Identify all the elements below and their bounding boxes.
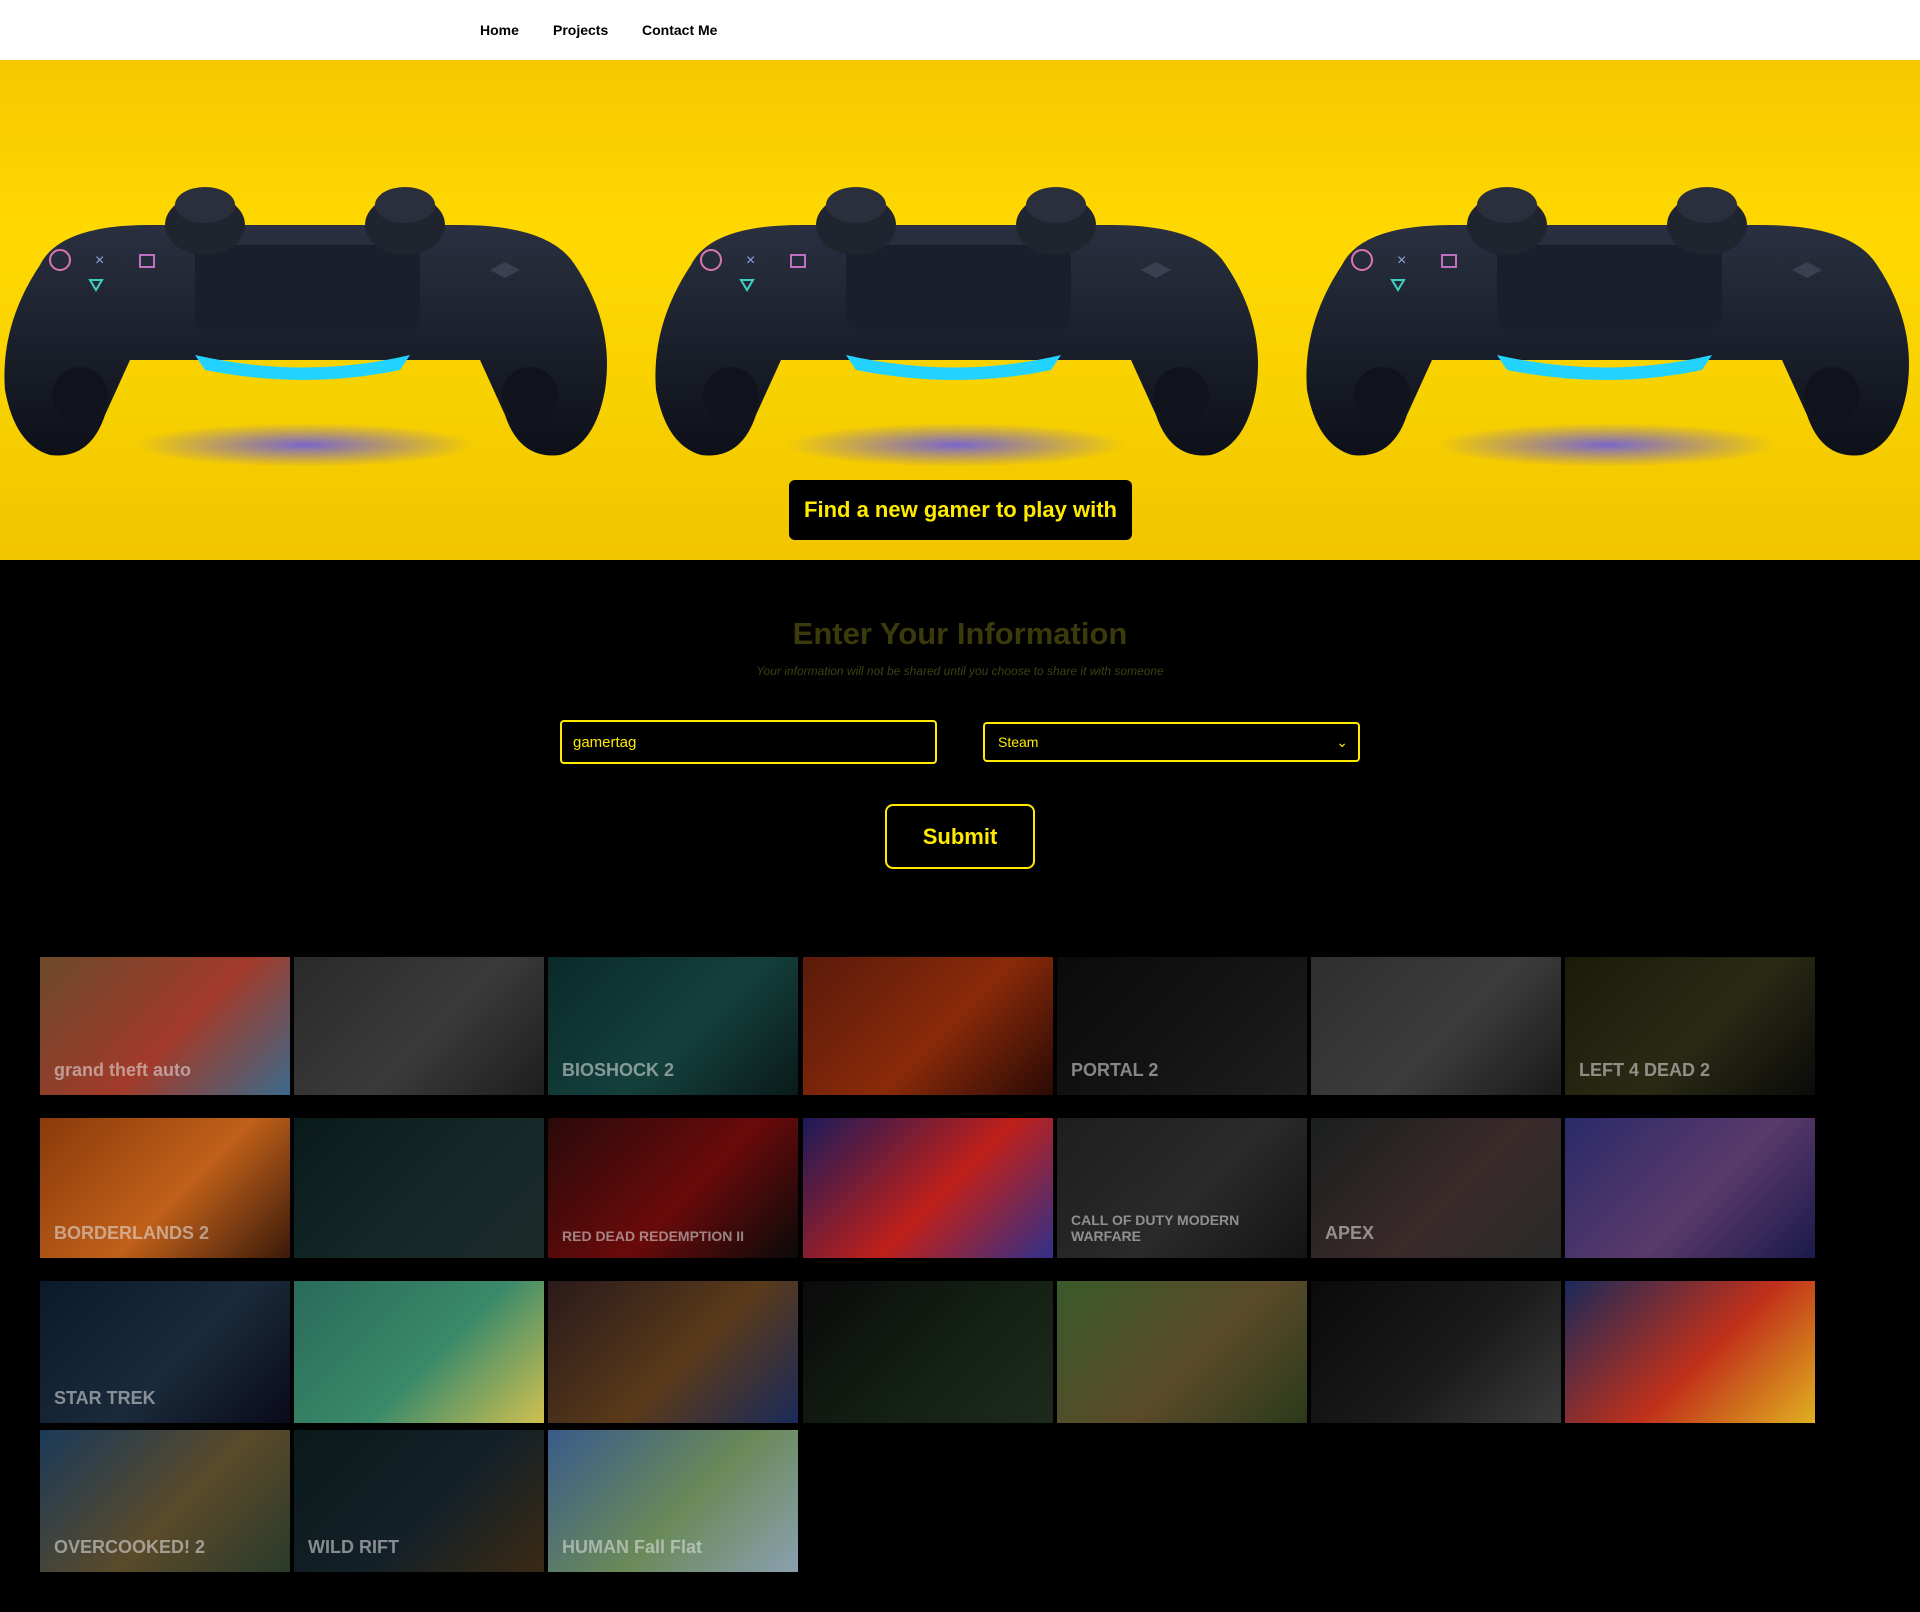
game-title-label: PORTAL 2 xyxy=(1071,1060,1159,1080)
game-thumbnail[interactable] xyxy=(1311,1281,1561,1423)
game-thumbnail[interactable] xyxy=(294,1118,544,1258)
game-thumbnail[interactable]: BORDERLANDS 2 xyxy=(40,1118,290,1258)
game-thumbnail[interactable]: APEX xyxy=(1311,1118,1561,1258)
game-thumbnail[interactable] xyxy=(548,1281,798,1423)
game-thumbnail[interactable]: grand theft auto xyxy=(40,957,290,1095)
game-thumbnail[interactable]: HUMAN Fall Flat xyxy=(548,1430,798,1572)
game-title-label: CALL OF DUTY MODERN WARFARE xyxy=(1071,1212,1240,1244)
game-title-label: OVERCOOKED! 2 xyxy=(54,1537,206,1557)
game-thumbnail[interactable]: RED DEAD REDEMPTION II xyxy=(548,1118,798,1258)
game-title-label: BIOSHOCK 2 xyxy=(562,1060,675,1080)
game-title-label: APEX xyxy=(1325,1223,1375,1243)
game-thumbnail[interactable] xyxy=(1057,1281,1307,1423)
game-thumbnail[interactable]: BIOSHOCK 2 xyxy=(548,957,798,1095)
game-title-label: grand theft auto xyxy=(54,1060,191,1080)
game-thumbnail[interactable]: CALL OF DUTY MODERN WARFARE xyxy=(1057,1118,1307,1258)
game-title-label: BORDERLANDS 2 xyxy=(54,1223,210,1243)
game-title-label: RED DEAD REDEMPTION II xyxy=(562,1228,745,1244)
game-title-label: WILD RIFT xyxy=(308,1537,399,1557)
game-thumbnail[interactable]: OVERCOOKED! 2 xyxy=(40,1430,290,1572)
game-thumbnail[interactable]: PORTAL 2 xyxy=(1057,957,1307,1095)
game-thumbnail[interactable] xyxy=(294,1281,544,1423)
game-thumbnail[interactable] xyxy=(1565,1118,1815,1258)
game-gallery: grand theft auto BIOSHOCK 2 PORTAL 2 LEFT 4… xyxy=(40,0,1920,1612)
game-thumbnail[interactable] xyxy=(1311,957,1561,1095)
game-title-label: LEFT 4 DEAD 2 xyxy=(1579,1060,1711,1080)
game-thumbnail[interactable] xyxy=(1565,1281,1815,1423)
game-thumbnail[interactable] xyxy=(294,957,544,1095)
game-title-label: STAR TREK xyxy=(54,1388,156,1408)
game-thumbnail[interactable] xyxy=(803,957,1053,1095)
game-thumbnail[interactable]: WILD RIFT xyxy=(294,1430,544,1572)
game-thumbnail[interactable] xyxy=(803,1118,1053,1258)
game-title-label: HUMAN Fall Flat xyxy=(562,1537,703,1557)
game-thumbnail[interactable]: STAR TREK xyxy=(40,1281,290,1423)
game-thumbnail[interactable]: LEFT 4 DEAD 2 xyxy=(1565,957,1815,1095)
game-thumbnail[interactable] xyxy=(803,1281,1053,1423)
